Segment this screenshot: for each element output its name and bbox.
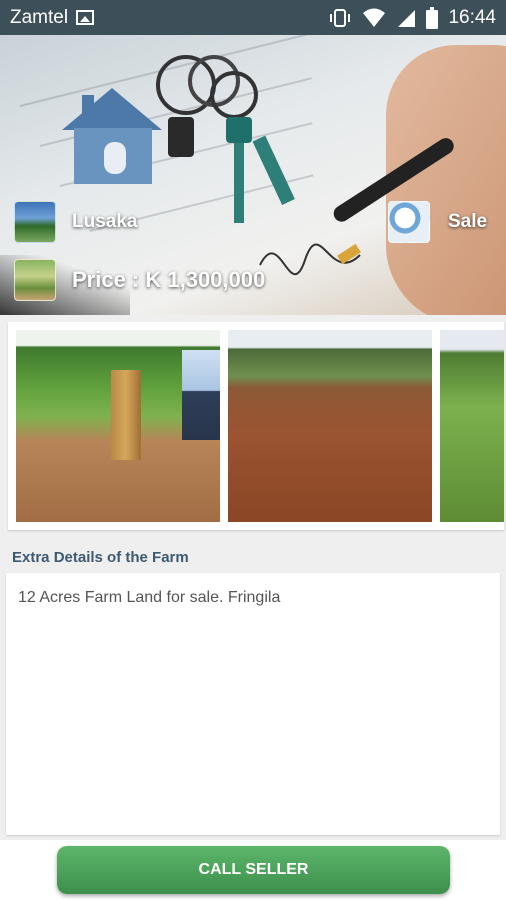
gallery-photo-red-soil-field[interactable] xyxy=(228,330,432,522)
clock: 16:44 xyxy=(448,6,496,28)
details-box: 12 Acres Farm Land for sale. Fringila xyxy=(6,573,500,835)
screen: Zamtel 16:44 Lusaka Sale Price: K 1,300… xyxy=(0,0,506,900)
battery-icon xyxy=(426,6,439,29)
keys-icon xyxy=(156,55,295,223)
hero-image: Lusaka Sale Price : K 1,300,000 xyxy=(0,35,506,315)
gallery-photo-grass-field[interactable] xyxy=(440,330,504,522)
location-thumbnail xyxy=(14,201,56,243)
person-figure xyxy=(182,350,220,440)
signal-icon xyxy=(398,9,416,27)
status-bar: Zamtel 16:44 xyxy=(0,0,506,35)
location-row: Lusaka xyxy=(14,201,137,243)
price-row: Price : K 1,300,000 xyxy=(14,259,265,301)
image-icon xyxy=(76,10,95,25)
details-text: 12 Acres Farm Land for sale. Fringila xyxy=(18,589,281,606)
carrier-name: Zamtel xyxy=(10,6,69,28)
gallery-photo-water-pump[interactable] xyxy=(16,330,220,522)
call-seller-button[interactable]: CALL SELLER xyxy=(57,846,450,894)
signature-scribble xyxy=(259,243,361,276)
photo-gallery[interactable] xyxy=(8,322,504,530)
vibrate-icon xyxy=(330,8,351,27)
listing-type-thumbnail xyxy=(388,201,430,243)
pump-post xyxy=(111,370,141,460)
status-icons: 16:44 xyxy=(328,6,496,29)
price-thumbnail xyxy=(14,259,56,301)
listing-type-label: Sale xyxy=(448,211,488,232)
listing-type-row: Sale xyxy=(388,201,487,243)
location-label: Lusaka xyxy=(72,211,138,232)
price-label: Price : K 1,300,000 xyxy=(72,267,266,292)
details-title: Extra Details of the Farm xyxy=(12,549,189,566)
wifi-icon xyxy=(363,8,386,27)
